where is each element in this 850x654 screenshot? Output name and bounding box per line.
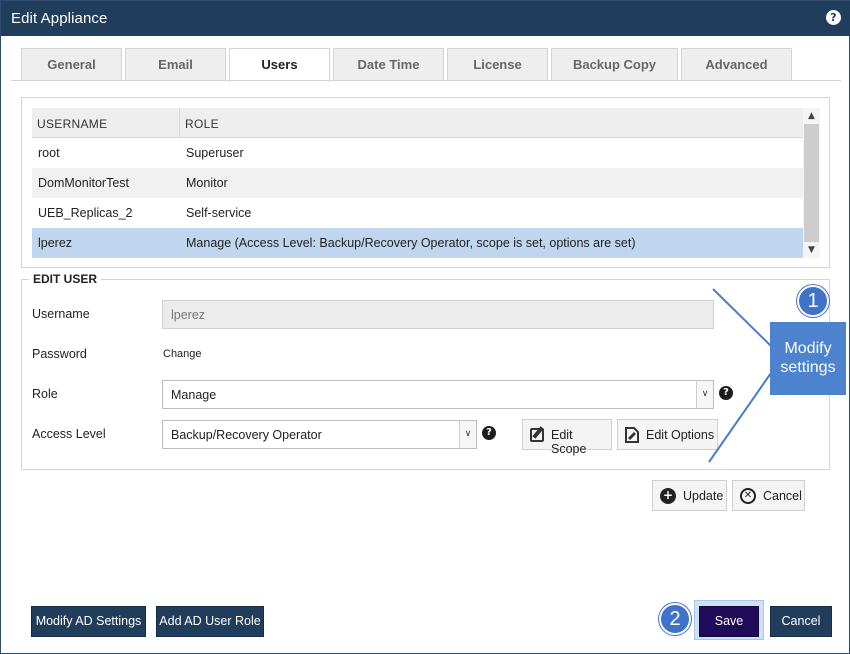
dialog-title: Edit Appliance — [11, 10, 108, 27]
edit-options-button[interactable]: Edit Options — [617, 419, 718, 450]
access-level-value: Backup/Recovery Operator — [171, 428, 322, 442]
password-label: Password — [32, 347, 87, 361]
modify-ad-settings-button[interactable]: Modify AD Settings — [31, 606, 146, 637]
column-divider — [179, 108, 180, 138]
edit-scope-label: Edit Scope — [551, 428, 587, 456]
cell-role: Self-service — [186, 206, 252, 220]
cell-username: lperez — [38, 236, 73, 250]
cell-role: Monitor — [186, 176, 228, 190]
edit-scope-button[interactable]: Edit Scope — [522, 419, 612, 456]
update-label: Update — [683, 489, 724, 503]
cancel-button[interactable]: Cancel — [770, 606, 832, 637]
table-header: USERNAME ROLE — [32, 108, 803, 138]
title-bar: Edit Appliance ? — [1, 1, 850, 36]
scroll-up-icon[interactable]: ▲ — [803, 108, 820, 124]
edit-appliance-dialog: Edit Appliance ? General Email Users Dat… — [0, 0, 850, 654]
access-level-select[interactable]: Backup/Recovery Operator ∨ — [162, 420, 477, 449]
role-select[interactable]: Manage ∨ — [162, 380, 714, 409]
table-row-selected[interactable]: lperez Manage (Access Level: Backup/Reco… — [32, 228, 803, 258]
cell-role: Superuser — [186, 146, 244, 160]
tab-email[interactable]: Email — [125, 48, 226, 81]
help-icon[interactable]: ? — [826, 10, 841, 25]
edit-user-legend: EDIT USER — [29, 272, 102, 286]
update-button[interactable]: + Update — [652, 480, 727, 511]
tab-backup-copy[interactable]: Backup Copy — [551, 48, 678, 81]
chevron-down-icon[interactable]: ∨ — [696, 381, 713, 408]
edit-scope-icon — [530, 428, 544, 442]
scrollbar-thumb[interactable] — [804, 124, 819, 242]
edit-options-label: Edit Options — [646, 428, 715, 442]
scroll-down-icon[interactable]: ▼ — [803, 242, 820, 258]
role-help-icon[interactable]: ? — [719, 386, 733, 400]
tab-license[interactable]: License — [447, 48, 548, 81]
users-table-panel: USERNAME ROLE root Superuser DomMonitorT… — [21, 97, 830, 268]
step-badge-2: 2 — [659, 603, 691, 635]
callout-line-2: settings — [780, 359, 836, 376]
step-badge-1: 1 — [797, 285, 829, 317]
cancel-edit-button[interactable]: ✕ Cancel — [732, 480, 805, 511]
edit-options-icon — [625, 427, 639, 443]
chevron-down-icon[interactable]: ∨ — [459, 421, 476, 448]
cell-role: Manage (Access Level: Backup/Recovery Op… — [186, 236, 636, 250]
table-row[interactable]: DomMonitorTest Monitor — [32, 168, 803, 198]
role-select-value: Manage — [171, 388, 217, 402]
role-label: Role — [32, 387, 58, 401]
access-level-help-icon[interactable]: ? — [482, 426, 496, 440]
username-label: Username — [32, 307, 90, 321]
column-header-username[interactable]: USERNAME — [37, 117, 107, 131]
plus-circle-icon: + — [660, 488, 676, 504]
x-circle-icon: ✕ — [740, 488, 756, 504]
tab-users[interactable]: Users — [229, 48, 330, 82]
cell-username: root — [38, 146, 60, 160]
change-password-link[interactable]: Change — [163, 348, 202, 360]
access-level-label: Access Level — [32, 427, 106, 441]
cell-username: UEB_Replicas_2 — [38, 206, 133, 220]
table-row[interactable]: root Superuser — [32, 138, 803, 168]
cancel-edit-label: Cancel — [763, 489, 802, 503]
tab-advanced[interactable]: Advanced — [681, 48, 792, 81]
username-field[interactable]: lperez — [162, 300, 714, 329]
add-ad-user-role-button[interactable]: Add AD User Role — [156, 606, 264, 637]
table-scrollbar[interactable]: ▲ ▼ — [803, 108, 820, 258]
save-button[interactable]: Save — [699, 606, 759, 637]
tab-date-time[interactable]: Date Time — [333, 48, 444, 81]
column-header-role[interactable]: ROLE — [185, 117, 219, 131]
table-row[interactable]: UEB_Replicas_2 Self-service — [32, 198, 803, 228]
callout-modify-settings: Modify settings — [770, 322, 846, 395]
tab-divider — [11, 80, 841, 81]
tab-general[interactable]: General — [21, 48, 122, 81]
callout-line-1: Modify — [784, 340, 832, 357]
cell-username: DomMonitorTest — [38, 176, 129, 190]
